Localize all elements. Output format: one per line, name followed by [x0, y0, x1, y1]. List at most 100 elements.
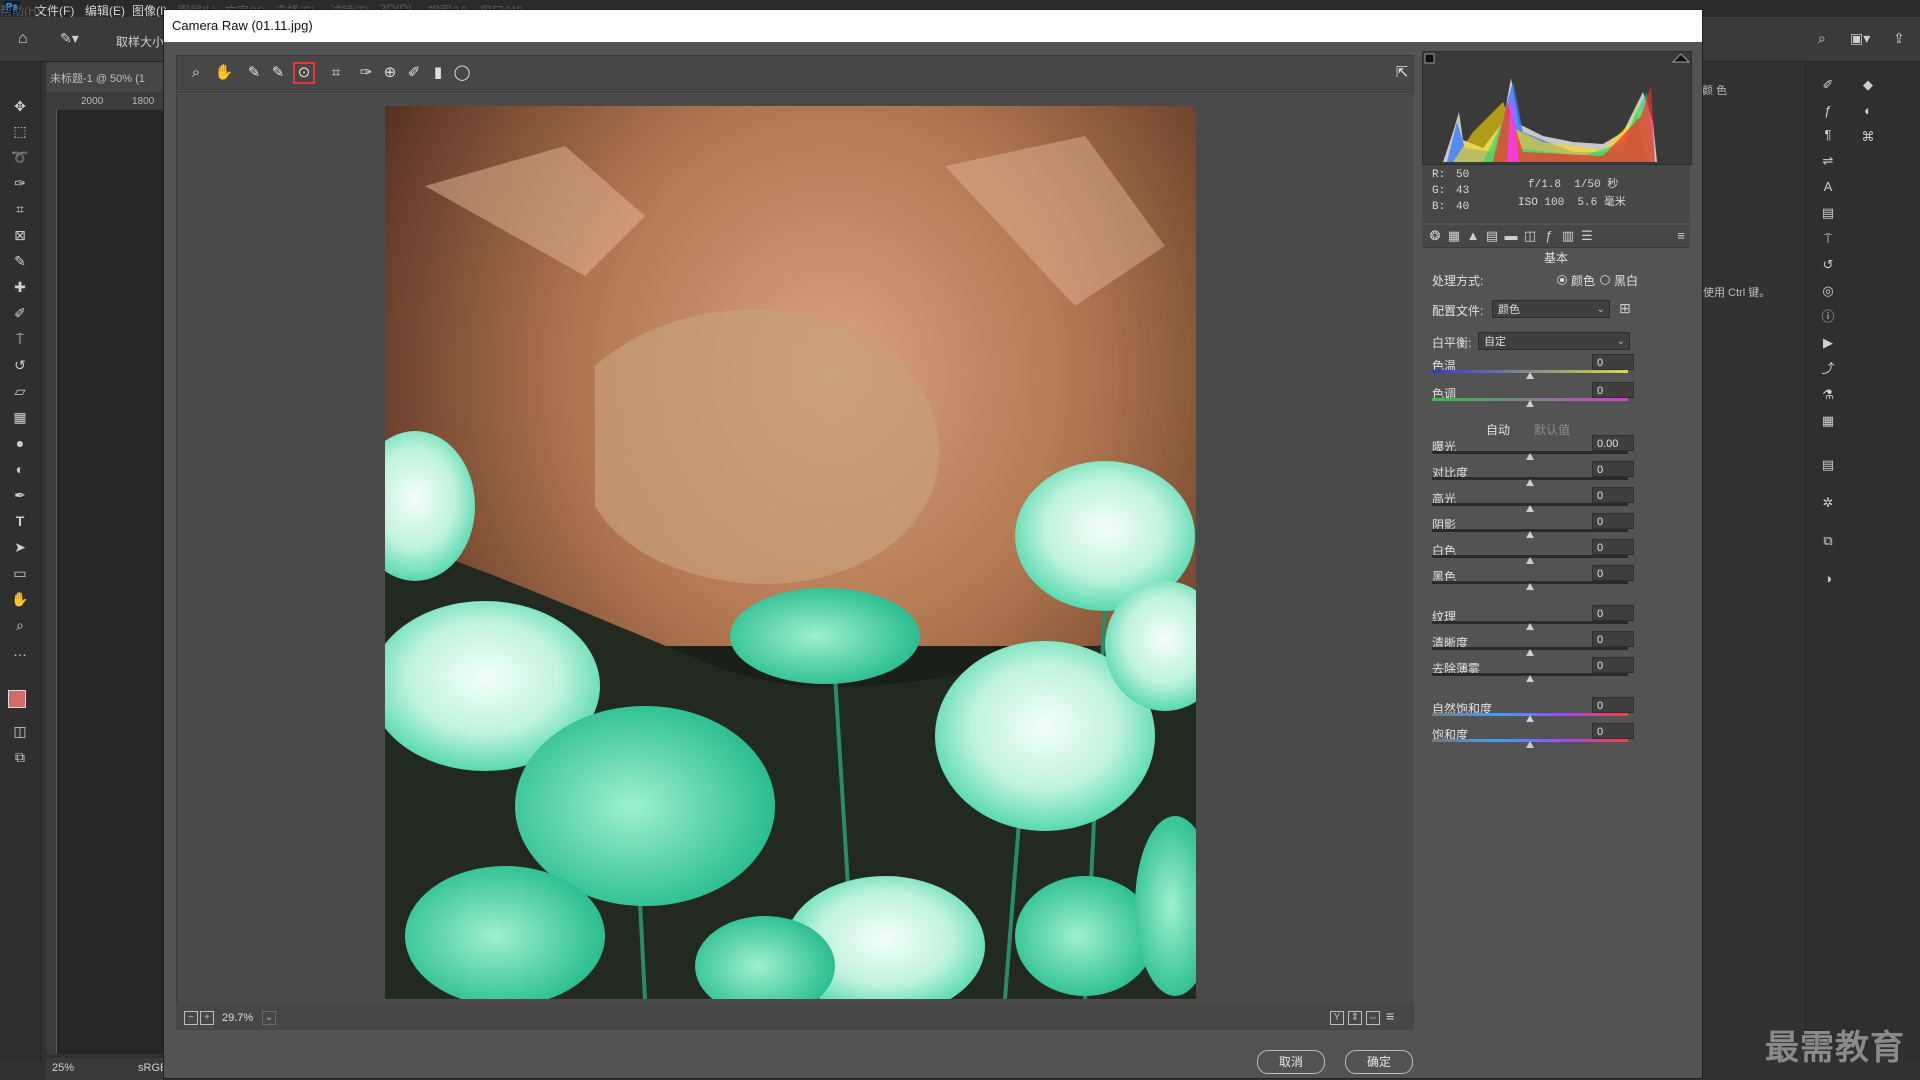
paths-icon[interactable]: ⤴	[1818, 360, 1838, 378]
fx-icon[interactable]: ƒ	[1818, 102, 1838, 120]
slider-value-field[interactable]: 0	[1592, 631, 1634, 647]
slider-value-field[interactable]: 0	[1592, 697, 1634, 713]
frame-tool-icon[interactable]: ⊠	[10, 226, 30, 244]
notes-icon[interactable]: ▤	[1818, 456, 1838, 474]
actions-play-icon[interactable]: ▶	[1818, 334, 1838, 352]
slider-value-field[interactable]: 0	[1592, 382, 1634, 398]
color-sampler-icon[interactable]: ✎	[267, 62, 289, 84]
slider-thumb[interactable]	[1526, 623, 1534, 630]
slider-thumb[interactable]	[1526, 400, 1534, 407]
eyedropper-tool-icon[interactable]: ✎▾	[60, 30, 79, 47]
slider-value-field[interactable]: 0	[1592, 723, 1634, 739]
stamp-icon[interactable]: ⍑	[1818, 230, 1838, 248]
foreground-color-swatch[interactable]	[8, 690, 26, 708]
panel-menu-icon[interactable]: ≡	[1672, 227, 1690, 245]
spot-removal-icon[interactable]: ✑	[355, 62, 377, 84]
slider-thumb[interactable]	[1526, 453, 1534, 460]
slider-value-field[interactable]: 0	[1592, 513, 1634, 529]
presets-icon[interactable]: ☰	[1578, 227, 1596, 245]
targeted-adjustment-icon[interactable]: ⊙	[293, 62, 315, 84]
document-tab[interactable]: 未标题-1 @ 50% (1	[46, 62, 164, 92]
info-icon[interactable]: ⓘ	[1818, 308, 1838, 326]
home-icon[interactable]: ⌂	[18, 30, 28, 48]
blur-tool-icon[interactable]: ●	[10, 434, 30, 452]
slider-thumb[interactable]	[1526, 557, 1534, 564]
red-eye-icon[interactable]: ⊕	[379, 62, 401, 84]
eraser-tool-icon[interactable]: ▱	[10, 382, 30, 400]
zoom-in-icon[interactable]: +	[200, 1011, 214, 1025]
basic-panel-icon[interactable]: ❂	[1426, 227, 1444, 245]
share-icon[interactable]: ⇪	[1893, 30, 1905, 47]
adjust-icon[interactable]: ⇌	[1818, 152, 1838, 170]
hand-tool-icon[interactable]: ✋	[10, 590, 30, 608]
slider-thumb[interactable]	[1526, 531, 1534, 538]
fullscreen-icon[interactable]: ⇱	[1391, 62, 1413, 84]
zoom-level[interactable]: 29.7%	[222, 1012, 253, 1024]
split-toning-icon[interactable]: ▬	[1502, 227, 1520, 245]
image-preview[interactable]	[176, 91, 1423, 1023]
properties-icon[interactable]: ▤	[1818, 204, 1838, 222]
glyphs-icon[interactable]: ✲	[1818, 494, 1838, 512]
slider-value-field[interactable]: 0	[1592, 605, 1634, 621]
white-balance-select[interactable]: 自定 ⌄	[1478, 332, 1630, 350]
white-balance-icon[interactable]: ✎	[243, 62, 265, 84]
hand-icon[interactable]: ✋	[213, 62, 235, 84]
slider-value-field[interactable]: 0	[1592, 657, 1634, 673]
character-icon[interactable]: A	[1818, 178, 1838, 196]
path-select-icon[interactable]: ➤	[10, 538, 30, 556]
more-tools-icon[interactable]: …	[10, 642, 30, 660]
table-icon[interactable]: ▦	[1818, 412, 1838, 430]
adjustment-brush-icon[interactable]: ✐	[403, 62, 425, 84]
workspace-icon[interactable]: ▣▾	[1850, 30, 1870, 47]
marquee-tool-icon[interactable]: ⬚	[10, 122, 30, 140]
history-icon[interactable]: ↺	[1818, 256, 1838, 274]
slider-thumb[interactable]	[1526, 479, 1534, 486]
brush-tool-icon[interactable]: ✐	[10, 304, 30, 322]
slider-thumb[interactable]	[1526, 505, 1534, 512]
graduated-filter-icon[interactable]: ▮	[427, 62, 449, 84]
paragraph-icon[interactable]: ¶	[1818, 126, 1838, 144]
healing-brush-icon[interactable]: ✚	[10, 278, 30, 296]
crop-tool-icon[interactable]: ⌗	[10, 200, 30, 218]
swatches-icon[interactable]: ⚗	[1818, 386, 1838, 404]
dodge-tool-icon[interactable]: ◐	[10, 460, 30, 478]
eyedropper-icon[interactable]: ✎	[10, 252, 30, 270]
profile-browser-icon[interactable]: ⊞	[1619, 300, 1631, 317]
ok-button[interactable]: 确定	[1345, 1050, 1413, 1074]
default-button[interactable]: 默认值	[1534, 421, 1570, 438]
quick-mask-icon[interactable]: ◫	[10, 722, 30, 740]
paths-panel-icon[interactable]: ⌘	[1858, 128, 1878, 146]
radial-filter-icon[interactable]: ◯	[451, 62, 473, 84]
rectangle-tool-icon[interactable]: ▭	[10, 564, 30, 582]
zoom-icon[interactable]: ⌕	[185, 62, 207, 84]
slider-thumb[interactable]	[1526, 649, 1534, 656]
zoom-dropdown-icon[interactable]: ⌄	[262, 1011, 276, 1025]
detail-icon[interactable]: ▲	[1464, 227, 1482, 245]
stamp-tool-icon[interactable]: ⍑	[10, 330, 30, 348]
screen-mode-icon[interactable]: ⧉	[10, 748, 30, 766]
lasso-tool-icon[interactable]: ➰	[10, 148, 30, 166]
slider-value-field[interactable]: 0.00	[1592, 435, 1634, 451]
panel-tab-label[interactable]: 颜 色	[1702, 82, 1727, 98]
lens-icon[interactable]: ◫	[1521, 227, 1539, 245]
treatment-bw-radio[interactable]	[1600, 275, 1610, 285]
cancel-button[interactable]: 取消	[1257, 1050, 1325, 1074]
crop-icon[interactable]: ⌗	[325, 62, 347, 84]
brush-settings-icon[interactable]: ✐	[1818, 76, 1838, 94]
copy-settings-icon[interactable]: ⇔	[1366, 1011, 1380, 1025]
slider-thumb[interactable]	[1526, 583, 1534, 590]
slider-value-field[interactable]: 0	[1592, 354, 1634, 370]
slider-thumb[interactable]	[1526, 715, 1534, 722]
move-tool-icon[interactable]: ✥	[10, 97, 30, 115]
hsl-icon[interactable]: ▤	[1483, 227, 1501, 245]
libraries-icon[interactable]: ⧉	[1818, 532, 1838, 550]
history-brush-icon[interactable]: ↺	[10, 356, 30, 374]
preview-settings-icon[interactable]: ≡	[1386, 1008, 1394, 1024]
effects-fx-icon[interactable]: ƒ	[1540, 227, 1558, 245]
slider-value-field[interactable]: 0	[1592, 539, 1634, 555]
before-after-y-icon[interactable]: Y	[1330, 1011, 1344, 1025]
channels-icon[interactable]: ◎	[1818, 282, 1838, 300]
auto-button[interactable]: 自动	[1486, 421, 1510, 438]
calibration-icon[interactable]: ▥	[1559, 227, 1577, 245]
slider-value-field[interactable]: 0	[1592, 461, 1634, 477]
